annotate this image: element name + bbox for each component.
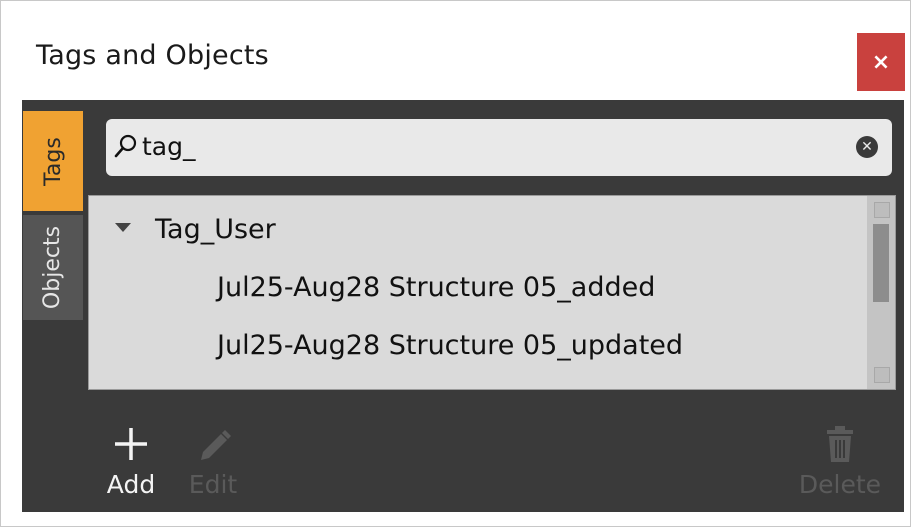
tree-group-label: Tag_User [155,214,276,245]
search-input[interactable] [142,132,842,161]
delete-button[interactable]: Delete [790,418,890,499]
tab-objects-label: Objects [40,225,66,310]
window-title: Tags and Objects [36,40,269,71]
scroll-thumb[interactable] [873,224,889,302]
clear-search-icon[interactable]: ✕ [856,136,878,158]
tag-tree: Tag_User Jul25-Aug28 Structure 05_added … [88,195,896,390]
expand-caret-icon[interactable] [115,223,131,232]
plus-icon [115,428,147,460]
tree-group-tag-user[interactable]: Tag_User [115,214,276,245]
add-button-label: Add [106,470,156,499]
pencil-icon [201,430,231,460]
scroll-up-arrow[interactable] [874,202,890,218]
search-icon [114,134,137,158]
scroll-down-arrow[interactable] [874,367,890,383]
tree-item[interactable]: Jul25-Aug28 Structure 05_added [217,272,655,303]
tab-objects[interactable]: Objects [23,215,83,320]
tab-tags-label: Tags [40,136,66,186]
edit-button-label: Edit [188,470,238,499]
add-button[interactable]: Add [96,418,166,499]
close-button[interactable]: × [857,33,905,91]
tree-item[interactable]: Jul25-Aug28 Structure 05_updated [217,330,683,361]
tags-objects-panel: Tags Objects ✕ Tag_User Jul25-Aug28 Stru… [22,100,904,512]
delete-button-label: Delete [798,470,882,499]
edit-button[interactable]: Edit [178,418,248,499]
trash-icon [827,426,853,462]
tab-tags[interactable]: Tags [23,111,83,211]
tree-scrollbar[interactable] [867,196,895,389]
search-box: ✕ [106,119,892,176]
